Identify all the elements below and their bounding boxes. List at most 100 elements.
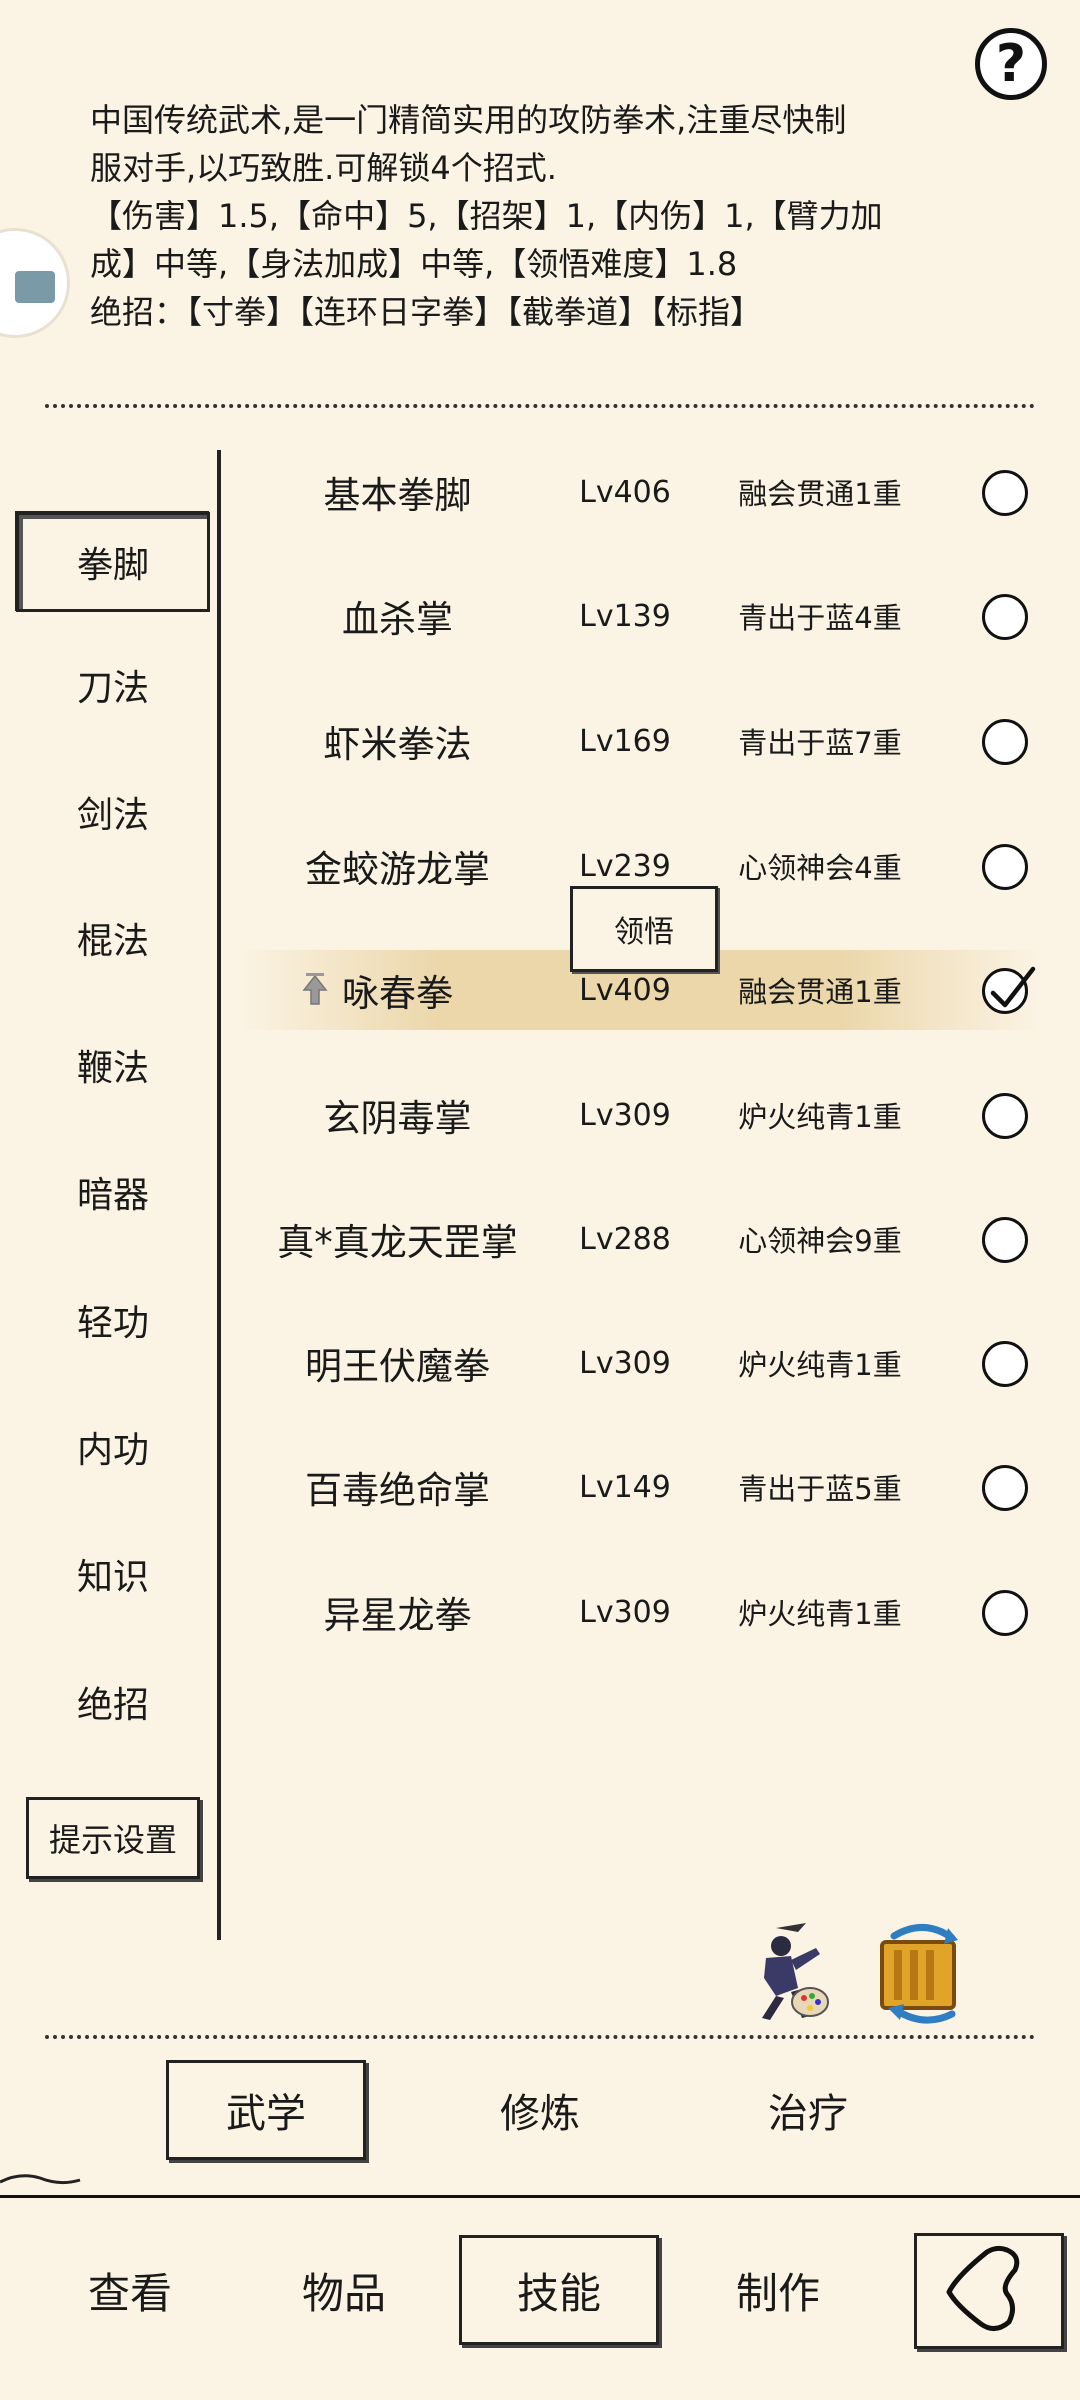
scroll-swap-icon[interactable] <box>874 1918 974 2028</box>
brush-stroke-decoration <box>0 2174 81 2185</box>
skill-row[interactable]: 异星龙拳 Lv309 炉火纯青1重 <box>240 1572 1040 1652</box>
skill-name: 金蛟游龙掌 <box>305 848 490 891</box>
tab-label: 武学 <box>226 2091 306 2137</box>
skill-stage: 融会贯通1重 <box>738 477 902 511</box>
description-line: 中国传统武术,是一门精简实用的攻防拳术,注重尽快制 <box>90 101 847 139</box>
tab-zhiliao[interactable]: 治疗 <box>708 2060 908 2160</box>
column-divider <box>217 450 221 1940</box>
category-neigong[interactable]: 内功 <box>16 1397 210 1497</box>
skill-checkbox[interactable] <box>982 966 1036 1014</box>
skill-stage: 青出于蓝7重 <box>738 726 902 760</box>
description-line: 服对手,以巧致胜.可解锁4个招式. <box>90 149 557 187</box>
tab-wuxue[interactable]: 武学 <box>166 2060 366 2160</box>
skill-checkbox[interactable] <box>982 1093 1028 1139</box>
skill-name: 虾米拳法 <box>323 723 472 766</box>
skill-row[interactable]: 真*真龙天罡掌 Lv288 心领神会9重 <box>240 1199 1040 1279</box>
question-icon: ? <box>995 34 1027 94</box>
skill-name: 基本拳脚 <box>323 474 472 517</box>
nav-label: 物品 <box>301 2268 386 2318</box>
skill-level: Lv149 <box>579 1469 671 1505</box>
nav-items[interactable]: 物品 <box>244 2235 444 2345</box>
skill-stage: 心领神会9重 <box>738 1224 902 1258</box>
category-label: 内功 <box>76 1430 149 1471</box>
skill-description: 中国传统武术,是一门精简实用的攻防拳术,注重尽快制 服对手,以巧致胜.可解锁4个… <box>90 96 990 336</box>
skill-checkbox[interactable] <box>982 844 1028 890</box>
skill-row[interactable]: 玄阴毒掌 Lv309 炉火纯青1重 <box>240 1075 1040 1155</box>
skill-stage: 青出于蓝4重 <box>738 601 902 635</box>
skill-row[interactable]: 血杀掌 Lv139 青出于蓝4重 <box>240 576 1040 656</box>
category-juezhao[interactable]: 绝招 <box>16 1652 210 1752</box>
skill-name: 真*真龙天罡掌 <box>277 1221 518 1264</box>
skill-name: 玄阴毒掌 <box>323 1097 472 1140</box>
category-label: 刀法 <box>76 668 149 709</box>
category-anqi[interactable]: 暗器 <box>16 1142 210 1242</box>
skill-checkbox[interactable] <box>982 1465 1028 1511</box>
nav-skills[interactable]: 技能 <box>459 2235 659 2345</box>
skill-name: 百毒绝命掌 <box>305 1469 490 1512</box>
category-label: 暗器 <box>76 1175 149 1216</box>
hint-settings-button[interactable]: 提示设置 <box>26 1797 200 1879</box>
comprehend-label: 领悟 <box>614 915 674 950</box>
category-label: 知识 <box>76 1557 149 1598</box>
category-bianfa[interactable]: 鞭法 <box>16 1015 210 1115</box>
back-arrow-icon <box>946 2245 1020 2331</box>
description-line: 成】中等,【身法加成】中等,【领悟难度】1.8 <box>90 245 738 283</box>
skill-level: Lv288 <box>579 1221 671 1257</box>
category-label: 剑法 <box>76 795 149 836</box>
skill-stage: 心领神会4重 <box>738 851 902 885</box>
skill-checkbox[interactable] <box>982 594 1028 640</box>
category-label: 拳脚 <box>76 545 149 586</box>
badge-icon <box>15 271 55 303</box>
skill-level: Lv309 <box>579 1594 671 1630</box>
skill-stage: 炉火纯青1重 <box>738 1597 902 1631</box>
skill-level: Lv309 <box>579 1345 671 1381</box>
category-qinggong[interactable]: 轻功 <box>16 1270 210 1370</box>
category-label: 鞭法 <box>76 1048 149 1089</box>
skill-checkbox[interactable] <box>982 1217 1028 1263</box>
description-line: 【伤害】1.5,【命中】5,【招架】1,【内伤】1,【臂力加 <box>90 197 883 235</box>
skill-checkbox[interactable] <box>982 1341 1028 1387</box>
description-line: 绝招：【寸拳】【连环日字拳】【截拳道】【标指】 <box>90 293 763 331</box>
ninja-palette-icon[interactable] <box>736 1918 836 2028</box>
category-daofa[interactable]: 刀法 <box>16 635 210 735</box>
skill-checkbox[interactable] <box>982 470 1028 516</box>
section-tabs: 武学 修炼 治疗 <box>0 2050 1080 2170</box>
category-quanjiao[interactable]: 拳脚 <box>16 512 210 612</box>
side-floating-badge[interactable] <box>0 228 70 338</box>
back-button[interactable] <box>914 2233 1064 2349</box>
skill-name: 咏春拳 <box>342 972 453 1015</box>
category-label: 轻功 <box>76 1303 149 1344</box>
category-label: 棍法 <box>76 921 149 962</box>
nav-label: 查看 <box>87 2268 172 2318</box>
skill-level: Lv406 <box>579 474 671 510</box>
category-jianfa[interactable]: 剑法 <box>16 762 210 862</box>
nav-label: 制作 <box>735 2268 820 2318</box>
skill-row[interactable]: 虾米拳法 Lv169 青出于蓝7重 <box>240 701 1040 781</box>
comprehend-button[interactable]: 领悟 <box>570 886 718 972</box>
divider <box>45 404 1035 408</box>
check-icon <box>990 966 1036 1008</box>
skill-level: Lv309 <box>579 1097 671 1133</box>
hint-settings-label: 提示设置 <box>48 1821 177 1859</box>
tab-label: 修炼 <box>500 2091 580 2137</box>
tab-xiulian[interactable]: 修炼 <box>440 2060 640 2160</box>
skill-row[interactable]: 百毒绝命掌 Lv149 青出于蓝5重 <box>240 1447 1040 1527</box>
nav-view[interactable]: 查看 <box>30 2235 230 2345</box>
divider <box>45 2035 1035 2039</box>
skill-name: 异星龙拳 <box>323 1594 472 1637</box>
nav-label: 技能 <box>516 2268 601 2318</box>
skill-stage: 炉火纯青1重 <box>738 1100 902 1134</box>
category-gunfa[interactable]: 棍法 <box>16 888 210 988</box>
category-zhishi[interactable]: 知识 <box>16 1524 210 1624</box>
help-button[interactable]: ? <box>975 28 1047 100</box>
skill-level: Lv169 <box>579 723 671 759</box>
category-label: 绝招 <box>76 1685 149 1726</box>
skill-row[interactable]: 明王伏魔拳 Lv309 炉火纯青1重 <box>240 1323 1040 1403</box>
skill-checkbox[interactable] <box>982 1590 1028 1636</box>
skill-stage: 青出于蓝5重 <box>738 1472 902 1506</box>
skill-stage: 融会贯通1重 <box>738 975 902 1009</box>
skill-stage: 炉火纯青1重 <box>738 1348 902 1382</box>
nav-craft[interactable]: 制作 <box>678 2235 878 2345</box>
skill-row[interactable]: 基本拳脚 Lv406 融会贯通1重 <box>240 452 1040 532</box>
skill-checkbox[interactable] <box>982 719 1028 765</box>
